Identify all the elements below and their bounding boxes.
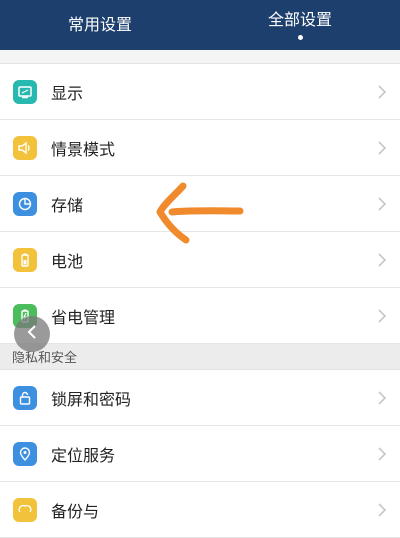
settings-item-label: 定位服务 (51, 445, 116, 465)
settings-item-label: 锁屏和密码 (51, 389, 132, 409)
location-icon (13, 441, 37, 466)
chevron-right-icon (370, 308, 394, 324)
chevron-right-icon (370, 252, 394, 268)
list-top-gap (0, 50, 400, 64)
settings-item-battery[interactable]: 电池 (0, 232, 400, 288)
settings-item-label: 存储 (51, 195, 84, 215)
settings-item-display[interactable]: 显示 (0, 64, 400, 120)
speaker-icon (13, 135, 37, 160)
lock-icon (13, 385, 37, 410)
settings-item-location[interactable]: 定位服务 (0, 426, 400, 482)
battery-icon (13, 247, 37, 272)
tab-all-settings-label: 全部设置 (267, 9, 332, 29)
settings-header: 常用设置 全部设置 (0, 0, 400, 50)
section-header-privacy: 隐私和安全 (0, 344, 400, 370)
settings-item-lock-screen[interactable]: 锁屏和密码 (0, 370, 400, 426)
settings-item-label: 显示 (51, 83, 84, 103)
settings-item-power-saving[interactable]: 省电管理 (0, 288, 400, 344)
chevron-right-icon (370, 390, 394, 406)
chevron-right-icon (370, 196, 394, 212)
settings-item-sound-profile[interactable]: 情景模式 (0, 120, 400, 176)
settings-item-label: 情景模式 (51, 139, 116, 159)
settings-item-storage[interactable]: 存储 (0, 176, 400, 232)
settings-item-label: 省电管理 (51, 307, 116, 327)
chevron-right-icon (370, 140, 394, 156)
backup-icon (13, 497, 37, 522)
settings-item-backup[interactable]: 备份与 (0, 482, 400, 538)
chevron-right-icon (370, 502, 394, 518)
storage-pie-icon (13, 191, 37, 216)
active-tab-indicator (297, 34, 303, 40)
chevron-right-icon (370, 446, 394, 462)
chevron-left-icon (25, 323, 39, 345)
display-icon (13, 79, 37, 104)
tab-common-settings-label: 常用设置 (67, 15, 132, 34)
settings-list: 显示 情景模式 存储 电池 省电管理 隐私和安全 锁屏和密码 定位服务 备份与 (0, 50, 400, 538)
chevron-right-icon (370, 84, 394, 100)
settings-item-label: 备份与 (51, 501, 100, 521)
floating-back-button[interactable] (14, 316, 50, 352)
tab-common-settings[interactable]: 常用设置 (0, 0, 200, 50)
tab-all-settings[interactable]: 全部设置 (200, 0, 400, 50)
settings-item-label: 电池 (51, 251, 84, 271)
